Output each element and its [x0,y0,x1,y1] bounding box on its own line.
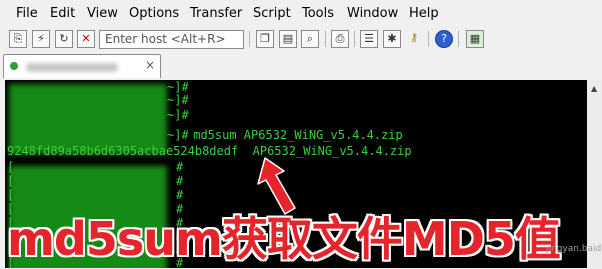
watermark: jingyan.baidu.com [546,244,602,254]
annotation-caption: md5sum获取文件MD5值 [7,212,561,266]
